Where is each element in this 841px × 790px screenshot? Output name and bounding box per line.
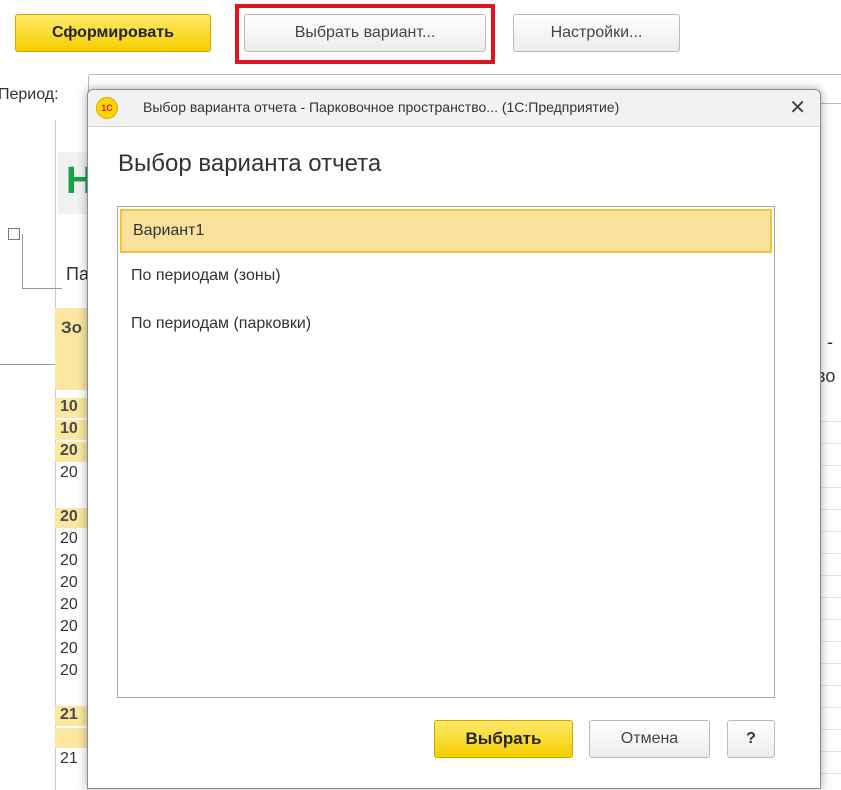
list-item[interactable]: По периодам (зоны) bbox=[118, 253, 774, 301]
select-variant-button[interactable]: Выбрать вариант... bbox=[244, 14, 486, 52]
dialog-title: Выбор варианта отчета - Парковочное прос… bbox=[143, 99, 620, 115]
table-row-value: 21 bbox=[60, 750, 78, 767]
table-row-value: 20 bbox=[60, 618, 78, 635]
tree-line-h bbox=[22, 288, 62, 289]
settings-button[interactable]: Настройки... bbox=[513, 14, 680, 52]
table-row-value: 20 bbox=[60, 508, 78, 525]
generate-button[interactable]: Сформировать bbox=[15, 14, 211, 52]
tree-line bbox=[22, 234, 23, 288]
select-button[interactable]: Выбрать bbox=[434, 720, 573, 758]
list-item[interactable]: Вариант1 bbox=[120, 209, 772, 253]
cancel-button[interactable]: Отмена bbox=[589, 720, 710, 758]
report-label-fragment: Па bbox=[66, 264, 89, 284]
dialog-heading: Выбор варианта отчета bbox=[118, 150, 382, 177]
variant-list[interactable]: Вариант1 По периодам (зоны) По периодам … bbox=[117, 206, 775, 698]
table-row-value: 20 bbox=[60, 662, 78, 679]
table-row-value: 10 bbox=[60, 420, 78, 437]
table-row-value: 20 bbox=[60, 442, 78, 459]
table-row-value: 20 bbox=[60, 574, 78, 591]
help-button[interactable]: ? bbox=[727, 720, 775, 758]
list-item[interactable]: По периодам (парковки) bbox=[118, 301, 774, 349]
table-row-value: 10 bbox=[60, 398, 78, 415]
period-label: Период: bbox=[0, 86, 59, 103]
table-row-value: 20 bbox=[60, 640, 78, 657]
table-row-value: 20 bbox=[60, 464, 78, 481]
app-logo-icon: 1С bbox=[96, 97, 118, 119]
table-row-value: 20 bbox=[60, 552, 78, 569]
select-variant-dialog: 1С Выбор варианта отчета - Парковочное п… bbox=[87, 89, 821, 789]
header-fragment-zo: Зо bbox=[61, 318, 83, 337]
table-row-value: 20 bbox=[60, 530, 78, 547]
tree-collapse-icon[interactable] bbox=[8, 228, 20, 240]
dialog-titlebar[interactable]: 1С Выбор варианта отчета - Парковочное п… bbox=[88, 90, 820, 127]
right-table-edge bbox=[820, 400, 841, 780]
table-row-value: 20 bbox=[60, 596, 78, 613]
close-icon[interactable]: ✕ bbox=[789, 95, 806, 120]
header-line bbox=[0, 364, 55, 365]
table-row-value: 21 bbox=[60, 706, 78, 723]
